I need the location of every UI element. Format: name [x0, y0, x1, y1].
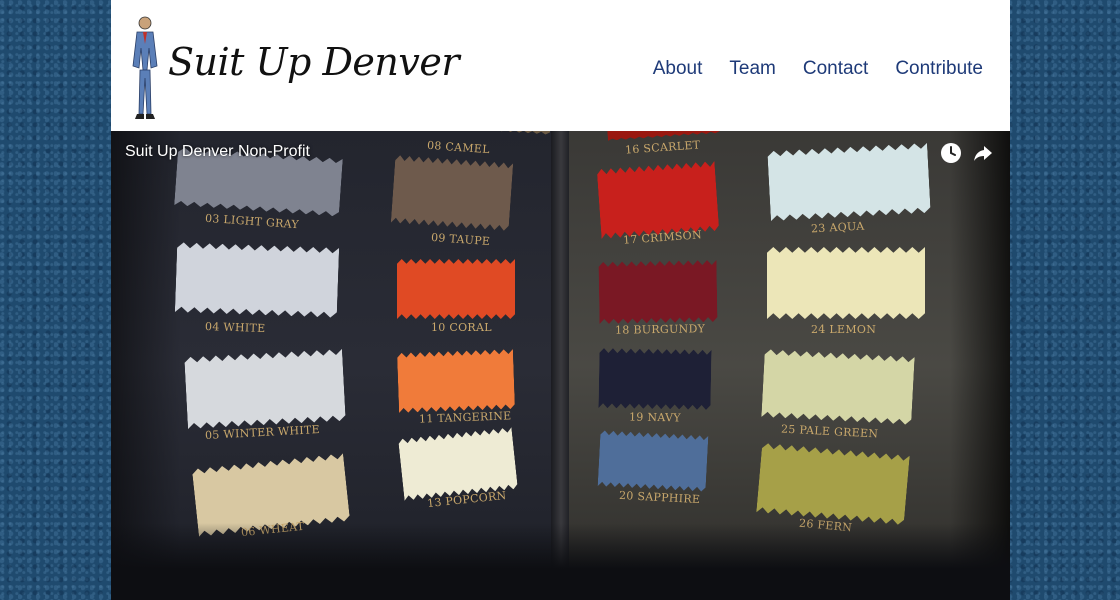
- swatch-23-aqua: [767, 143, 930, 221]
- site-header: Suit Up Denver About Team Contact Contri…: [111, 0, 1010, 131]
- suit-figure-logo-icon[interactable]: [127, 14, 163, 124]
- swatch-label-04-white: 04 WHITE: [204, 319, 266, 336]
- brand-name[interactable]: Suit Up Denver: [168, 40, 460, 84]
- nav-team-link[interactable]: Team: [729, 58, 775, 80]
- swatch-05-winter-white: [184, 349, 346, 429]
- swatch-11-tangerine: [397, 349, 515, 413]
- swatch-24-lemon: [767, 247, 925, 319]
- swatch-label-10-coral: 10 CORAL: [431, 321, 492, 334]
- watch-later-icon[interactable]: [940, 142, 962, 164]
- video-title[interactable]: Suit Up Denver Non-Profit: [125, 143, 310, 161]
- page-container: Suit Up Denver About Team Contact Contri…: [111, 0, 1010, 600]
- swatch-04-white: [175, 242, 339, 318]
- swatch-10-coral: [397, 259, 515, 319]
- nav-contact-link[interactable]: Contact: [803, 58, 868, 80]
- swatch-25-pale-green: [761, 349, 914, 425]
- nav-about-link[interactable]: About: [653, 58, 703, 80]
- swatch-19-navy: [598, 348, 711, 410]
- swatch-20-sapphire: [598, 430, 709, 492]
- swatch-09-taupe: [391, 155, 513, 231]
- share-icon[interactable]: [972, 142, 994, 164]
- swatch-26-fern: [756, 443, 910, 526]
- swatch-18-burgundy: [598, 260, 717, 324]
- swatch-label-24-lemon: 24 LEMON: [811, 323, 877, 336]
- video-floor-shadow: [111, 523, 1010, 600]
- swatch-label-19-navy: 19 NAVY: [628, 410, 681, 425]
- swatch-label-23-aqua: 23 AQUA: [810, 219, 865, 236]
- main-nav: About Team Contact Contribute: [653, 58, 983, 80]
- nav-contribute-link[interactable]: Contribute: [895, 58, 983, 80]
- swatch-label-18-burgundy: 18 BURGUNDY: [614, 322, 706, 337]
- video-player[interactable]: 08 CAMEL 03 LIGHT GRAY 09 TAUPE 04 WHITE 10 …: [111, 131, 1010, 600]
